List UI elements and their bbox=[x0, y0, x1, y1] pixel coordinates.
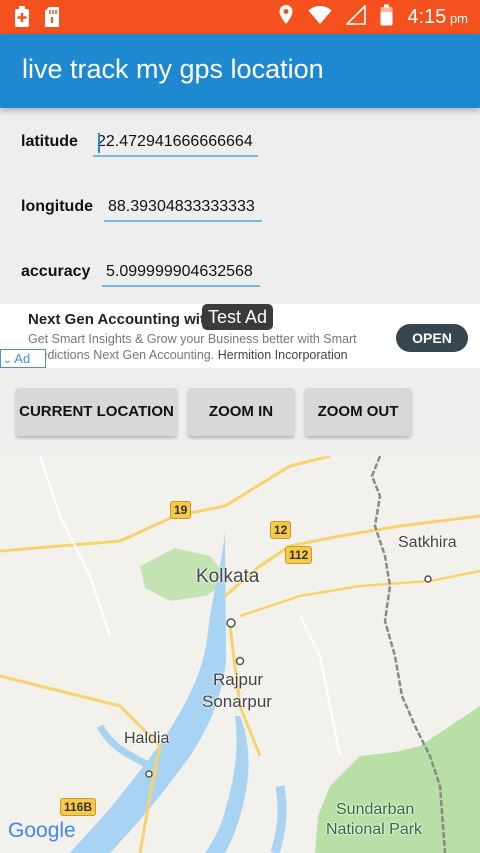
wifi-icon bbox=[308, 5, 332, 30]
road-minor bbox=[299, 615, 341, 757]
map-label-haldia: Haldia bbox=[124, 730, 170, 747]
battery-icon bbox=[380, 4, 393, 31]
test-ad-label: Test Ad bbox=[202, 304, 274, 330]
longitude-label: longitude bbox=[21, 198, 93, 215]
haldia-marker bbox=[145, 770, 153, 778]
accuracy-field[interactable]: 5.099999904632568 bbox=[102, 263, 260, 287]
google-logo: Google bbox=[8, 819, 76, 843]
map-view[interactable]: 19 12 112 116B Kolkata Satkhira Rajpur S… bbox=[0, 456, 480, 853]
longitude-field[interactable]: 88.39304833333333 bbox=[104, 198, 262, 222]
map-label-sundarban: Sundarban bbox=[336, 801, 415, 818]
battery-saver-icon bbox=[14, 6, 30, 33]
map-label-rajpur: Rajpur bbox=[213, 670, 264, 689]
accuracy-label: accuracy bbox=[21, 263, 91, 280]
latitude-label: latitude bbox=[21, 133, 78, 150]
zoom-out-button[interactable]: ZOOM OUT bbox=[305, 388, 411, 436]
road-major bbox=[224, 514, 480, 598]
status-bar: 4:15 pm bbox=[0, 0, 480, 34]
zoom-in-button[interactable]: ZOOM IN bbox=[188, 388, 294, 436]
rajpur-marker bbox=[235, 656, 245, 666]
map-label-sonarpur: Sonarpur bbox=[202, 692, 272, 711]
signal-icon bbox=[345, 4, 367, 30]
current-location-button[interactable]: CURRENT LOCATION bbox=[16, 388, 177, 436]
text-cursor bbox=[98, 133, 100, 153]
map-label-kolkata: Kolkata bbox=[196, 566, 260, 587]
ad-advertiser: Hermition Incorporation bbox=[217, 348, 348, 362]
ad-choices-badge[interactable]: ⌄ Ad bbox=[0, 349, 46, 368]
map-canvas bbox=[0, 456, 480, 853]
app-title: live track my gps location bbox=[22, 54, 324, 84]
app-bar: live track my gps location bbox=[0, 34, 480, 108]
satkhira-marker bbox=[424, 575, 432, 583]
clock: 4:15 pm bbox=[407, 6, 468, 28]
ad-open-button[interactable]: OPEN bbox=[396, 324, 468, 352]
map-label-satkhira: Satkhira bbox=[398, 534, 457, 551]
river-east bbox=[205, 716, 249, 853]
road-shield-116b: 116B bbox=[60, 798, 97, 816]
river-south bbox=[270, 785, 287, 853]
google-wordmark: Google bbox=[8, 819, 76, 842]
location-icon bbox=[278, 4, 294, 31]
road-shield-19: 19 bbox=[170, 501, 192, 519]
chevron-down-icon: ⌄ bbox=[1, 355, 13, 366]
road-shield-112: 112 bbox=[285, 546, 313, 564]
latitude-field[interactable]: 22.472941666666664 bbox=[93, 133, 258, 157]
sd-card-icon bbox=[44, 6, 60, 33]
ad-description: Get Smart Insights & Grow your Business … bbox=[28, 332, 357, 362]
road-major bbox=[239, 569, 480, 618]
map-label-national-park: National Park bbox=[326, 821, 423, 838]
road-shield-12: 12 bbox=[270, 521, 292, 539]
kolkata-marker bbox=[226, 618, 236, 628]
ad-title[interactable]: Next Gen Accounting wit bbox=[28, 311, 205, 328]
